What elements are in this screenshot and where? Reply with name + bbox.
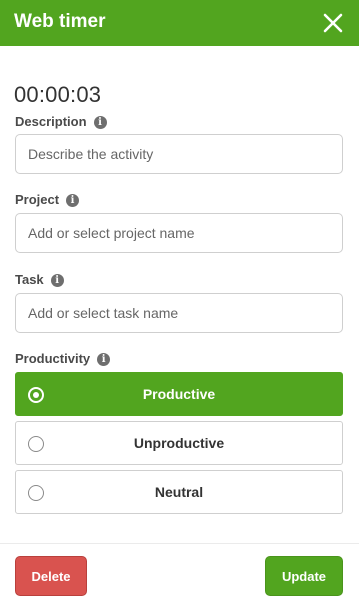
productivity-option-productive[interactable]: Productive <box>15 372 343 416</box>
task-label: Task <box>15 272 44 287</box>
task-input[interactable] <box>15 293 343 333</box>
productivity-option-unproductive[interactable]: Unproductive <box>15 421 343 465</box>
close-icon <box>323 13 343 33</box>
description-label-row: Description i <box>15 114 107 130</box>
description-input[interactable] <box>15 134 343 174</box>
info-icon[interactable]: i <box>93 115 107 129</box>
info-icon[interactable]: i <box>66 193 80 207</box>
project-label-row: Project i <box>15 192 80 208</box>
footer-divider <box>0 543 359 544</box>
option-label: Unproductive <box>133 435 225 451</box>
description-label: Description <box>15 114 87 129</box>
info-icon[interactable]: i <box>50 273 64 287</box>
task-label-row: Task i <box>15 272 64 288</box>
elapsed-timer: 00:00:03 <box>14 82 102 107</box>
close-button[interactable] <box>319 9 347 37</box>
project-input[interactable] <box>15 213 343 253</box>
productivity-label-row: Productivity i <box>15 351 111 367</box>
project-label: Project <box>15 192 60 207</box>
option-label: Productive <box>142 386 216 402</box>
info-icon[interactable]: i <box>97 352 111 366</box>
productivity-option-neutral[interactable]: Neutral <box>15 470 343 514</box>
delete-button[interactable]: Delete <box>15 556 87 596</box>
option-label: Neutral <box>154 484 204 500</box>
header-bar: Web timer <box>0 0 359 46</box>
productivity-label: Productivity <box>15 351 91 366</box>
header-title: Web timer <box>14 11 106 32</box>
update-button[interactable]: Update <box>265 556 343 596</box>
